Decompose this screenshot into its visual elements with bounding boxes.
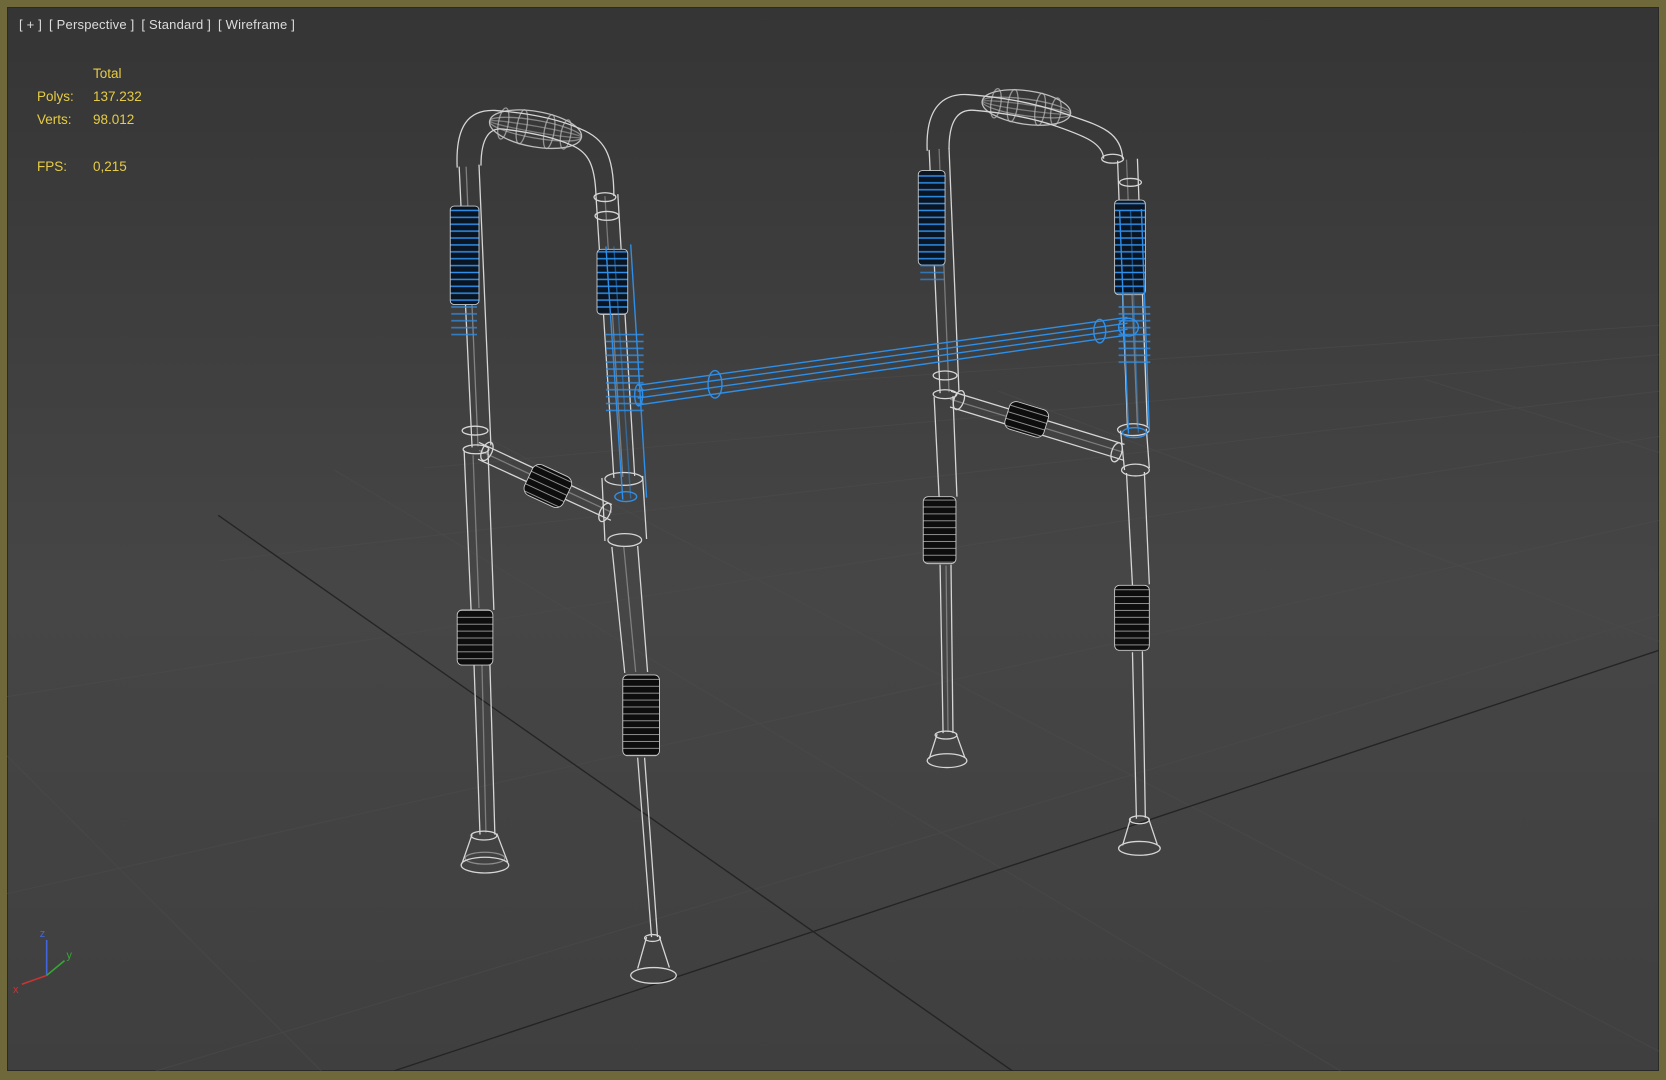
viewport-menu-render-preset[interactable]: [ Standard ] (141, 17, 211, 32)
stats-polys-row: Polys: 137.232 (37, 85, 142, 108)
stats-fps-value: 0,215 (93, 155, 127, 178)
floor-grid (7, 325, 1659, 1071)
stats-verts-label: Verts: (37, 108, 93, 131)
stats-polys-label: Polys: (37, 85, 93, 108)
walker-frame-wireframe[interactable] (457, 85, 1160, 984)
viewport-label: [ + ] [ Perspective ] [ Standard ] [ Wir… (19, 17, 295, 32)
viewport-canvas[interactable]: z x y (7, 7, 1659, 1071)
stats-fps-label: FPS: (37, 155, 93, 178)
grid-major-axes (218, 515, 1659, 1071)
axis-x-line (22, 975, 47, 984)
stats-total-spacer (37, 62, 93, 85)
right-hand-grip (980, 85, 1073, 131)
axis-y-line (47, 961, 65, 976)
stats-fps-row: FPS: 0,215 (37, 155, 142, 178)
viewport-menu-pov[interactable]: [ Perspective ] (49, 17, 134, 32)
stats-polys-value: 137.232 (93, 85, 142, 108)
axis-z-label: z (40, 928, 45, 940)
statistics-overlay: Total Polys: 137.232 Verts: 98.012 FPS: … (37, 62, 142, 178)
world-axis-gizmo: z x y (13, 928, 73, 996)
viewport-menu-shading[interactable]: [ Wireframe ] (218, 17, 295, 32)
stats-verts-row: Verts: 98.012 (37, 108, 142, 131)
viewport-3d[interactable]: [ + ] [ Perspective ] [ Standard ] [ Wir… (7, 7, 1659, 1071)
stats-verts-value: 98.012 (93, 108, 134, 131)
viewport-menu-general[interactable]: [ + ] (19, 17, 42, 32)
window-border: [ + ] [ Perspective ] [ Standard ] [ Wir… (0, 0, 1666, 1080)
selected-crossbar-wireframe[interactable] (451, 209, 1150, 502)
stats-total-row: Total (37, 62, 142, 85)
stats-total-header: Total (93, 62, 122, 85)
axis-y-label: y (66, 950, 72, 962)
axis-x-label: x (13, 984, 19, 996)
